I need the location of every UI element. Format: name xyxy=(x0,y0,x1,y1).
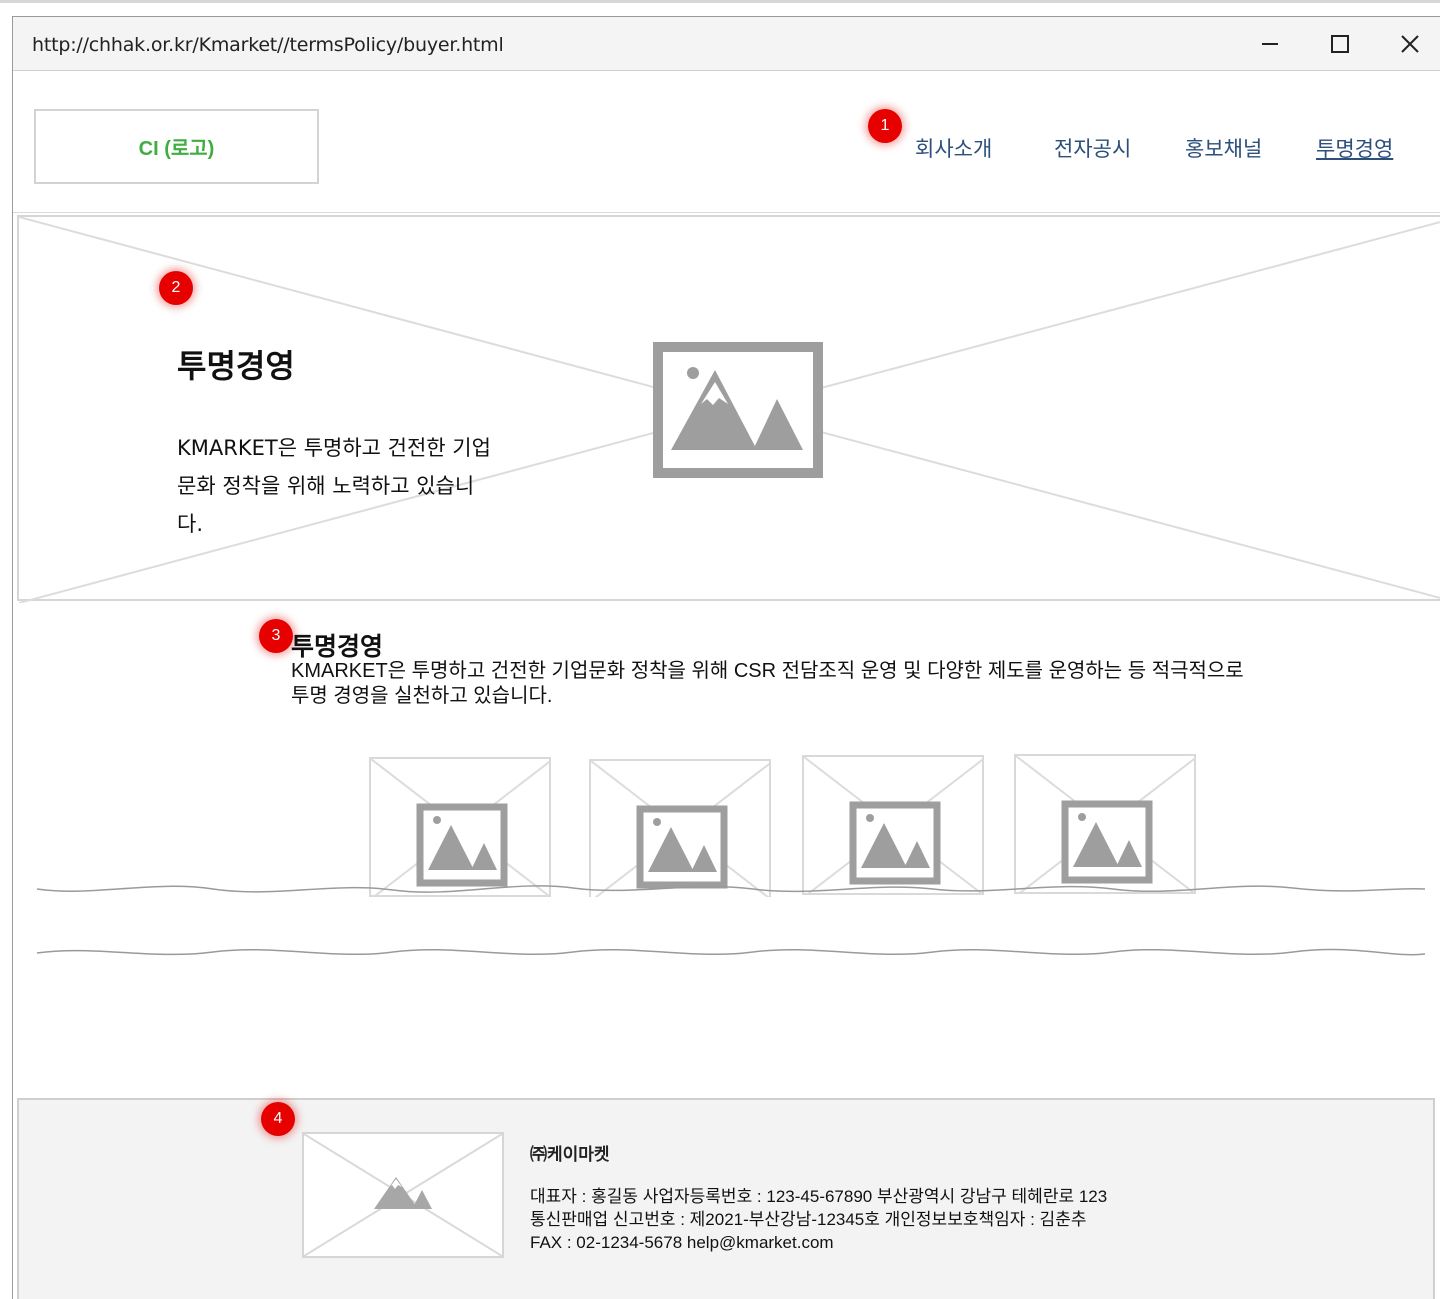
section-description: KMARKET은 투명하고 건전한 기업문화 정착을 위해 CSR 전담조직 운… xyxy=(291,660,1244,707)
image-placeholder-icon xyxy=(303,1133,503,1257)
nav-transparent-management[interactable]: 투명경영 xyxy=(1316,133,1393,163)
footer-logo-placeholder[interactable] xyxy=(302,1132,504,1258)
hero-description: KMARKET은 투명하고 건전한 기업문화 정착을 위해 노력하고 있습니다. xyxy=(177,436,491,536)
maximize-button[interactable] xyxy=(1323,27,1357,61)
annotation-badge-4: 4 xyxy=(261,1102,295,1136)
nav-company-intro[interactable]: 회사소개 xyxy=(915,133,992,163)
section-title: 투명경영 xyxy=(291,632,384,661)
image-placeholder-icon xyxy=(653,342,823,478)
title-bar: http://chhak.or.kr/Kmarket//termsPolicy/… xyxy=(13,17,1440,71)
minimize-button[interactable] xyxy=(1253,27,1287,61)
hero-banner: 2 투명경영 KMARKET은 투명하고 건전한 기업문화 정착을 위해 노력하… xyxy=(17,215,1440,603)
url-text[interactable]: http://chhak.or.kr/Kmarket//termsPolicy/… xyxy=(32,34,504,56)
annotation-badge-1: 1 xyxy=(868,109,902,143)
company-info: 대표자 : 홍길동 사업자등록번호 : 123-45-67890 부산광역시 강… xyxy=(530,1187,1108,1252)
site-footer: 4 ㈜케이마켓 대표자 : 홍길동 사업자등록번호 : 123-45-67890… xyxy=(17,1098,1435,1299)
minimize-icon xyxy=(1262,43,1278,45)
close-icon xyxy=(1401,35,1419,53)
maximize-icon xyxy=(1331,35,1349,53)
nav-disclosure[interactable]: 전자공시 xyxy=(1054,133,1131,163)
close-button[interactable] xyxy=(1393,27,1427,61)
logo-placeholder[interactable]: CI (로고) xyxy=(34,109,319,184)
hero-title: 투명경영 xyxy=(177,347,295,385)
annotation-badge-3: 3 xyxy=(259,619,293,653)
browser-window: http://chhak.or.kr/Kmarket//termsPolicy/… xyxy=(12,16,1440,1299)
company-name: ㈜케이마켓 xyxy=(530,1145,610,1165)
site-header: CI (로고) 회사소개 전자공시 홍보채널 투명경영 1 xyxy=(13,71,1440,213)
nav-pr-channel[interactable]: 홍보채널 xyxy=(1185,133,1262,163)
annotation-badge-2: 2 xyxy=(159,271,193,305)
top-edge xyxy=(0,0,1440,3)
page-cut-wavy-lines xyxy=(36,885,1426,956)
